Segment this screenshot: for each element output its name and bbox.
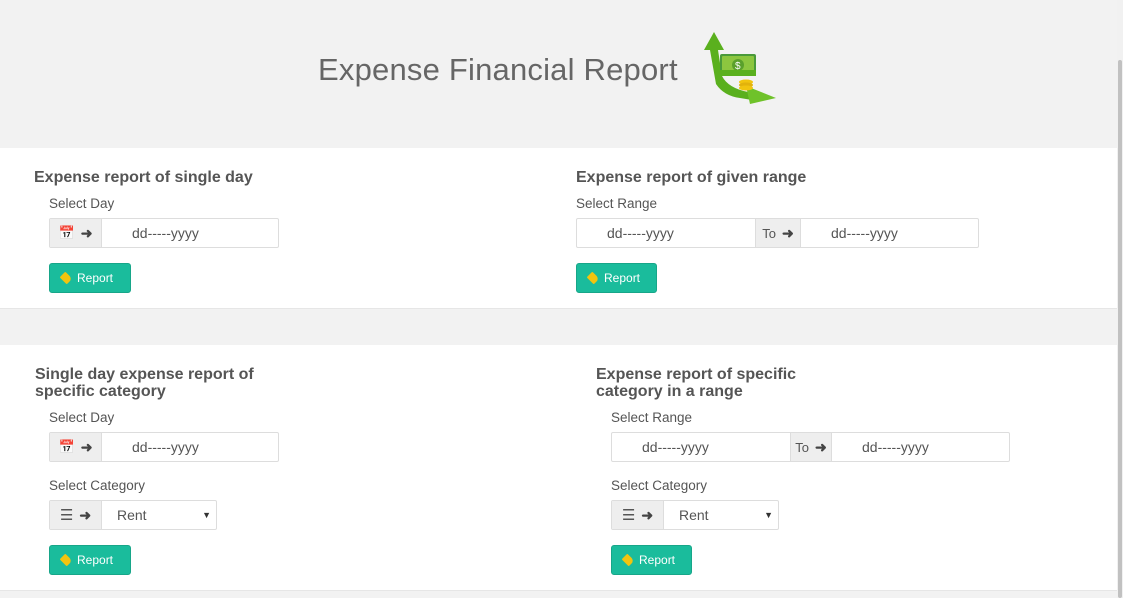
list-icon: ☰ [621,507,636,524]
calendar-arrow-addon: 📅 ➜ [50,219,102,247]
given-range-date-group: dd-----yyyy To ➜ dd-----yyyy [576,218,979,248]
calendar-icon: 📅 [58,225,75,240]
single-day-category-report-button[interactable]: Report [49,545,131,575]
tag-icon [586,271,600,285]
category-value: Rent [117,507,147,523]
scrollbar-thumb[interactable] [1118,60,1122,598]
button-label: Report [77,271,114,285]
category-select[interactable]: Rent ▼ [102,501,216,529]
category-select-group: ☰ ➜ Rent ▼ [49,500,217,530]
to-addon: To ➜ [755,219,801,247]
category-range-date-group: dd-----yyyy To ➜ dd-----yyyy [611,432,1010,462]
page-header: Expense Financial Report $ [0,0,1117,148]
tag-icon [621,553,635,567]
list-icon: ☰ [59,507,74,524]
button-label: Report [604,271,641,285]
money-growth-icon: $ [704,32,776,104]
category-range-title: Expense report of specific category in a… [596,366,796,400]
arrow-right-icon: ➜ [641,506,654,523]
report-panel-top: Expense report of single day Select Day … [0,148,1117,309]
select-category-label: Select Category [611,478,708,493]
given-range-report-button[interactable]: Report [576,263,657,293]
report-panel-bottom: Single day expense report of specific ca… [0,345,1117,591]
to-label: To [762,225,776,241]
category-day-date-input[interactable]: dd-----yyyy [102,433,278,461]
arrow-right-icon: ➜ [79,506,92,523]
category-range-select[interactable]: Rent ▼ [664,501,778,529]
category-day-date-group: 📅 ➜ dd-----yyyy [49,432,279,462]
select-category-label: Select Category [49,478,146,493]
category-range-to-input[interactable]: dd-----yyyy [832,433,1009,461]
page-title: Expense Financial Report [318,52,678,87]
single-day-category-title: Single day expense report of specific ca… [35,366,254,400]
list-arrow-addon: ☰ ➜ [612,501,664,529]
calendar-arrow-addon: 📅 ➜ [50,433,102,461]
caret-down-icon: ▼ [764,510,773,520]
calendar-icon: 📅 [58,439,75,454]
tag-icon [59,553,73,567]
category-range-select-group: ☰ ➜ Rent ▼ [611,500,779,530]
arrow-right-icon: ➜ [782,224,794,241]
category-range-from-input[interactable]: dd-----yyyy [612,433,790,461]
button-label: Report [77,553,114,567]
select-day-label: Select Day [49,410,115,425]
arrow-right-icon: ➜ [815,438,827,455]
single-day-date-group: 📅 ➜ dd-----yyyy [49,218,279,248]
title-line-1: Single day expense report of [35,366,254,383]
to-addon: To ➜ [790,433,832,461]
title-line-2: specific category [35,383,166,400]
single-day-report-button[interactable]: Report [49,263,131,293]
single-day-date-input[interactable]: dd-----yyyy [102,219,278,247]
range-from-input[interactable]: dd-----yyyy [577,219,755,247]
single-day-title: Expense report of single day [34,169,253,186]
range-to-input[interactable]: dd-----yyyy [801,219,978,247]
to-label: To [795,439,809,455]
given-range-title: Expense report of given range [576,169,807,186]
title-line-1: Expense report of specific [596,366,797,383]
single-day-label: Select Day [49,196,115,211]
list-arrow-addon: ☰ ➜ [50,501,102,529]
button-label: Report [639,553,676,567]
category-range-report-button[interactable]: Report [611,545,692,575]
category-value: Rent [679,507,709,523]
arrow-right-icon: ➜ [80,438,93,455]
caret-down-icon: ▼ [202,510,211,520]
title-line-2: category in a range [596,383,743,400]
select-range-label: Select Range [611,410,693,425]
arrow-right-icon: ➜ [80,224,93,241]
tag-icon [59,271,73,285]
given-range-label: Select Range [576,196,658,211]
